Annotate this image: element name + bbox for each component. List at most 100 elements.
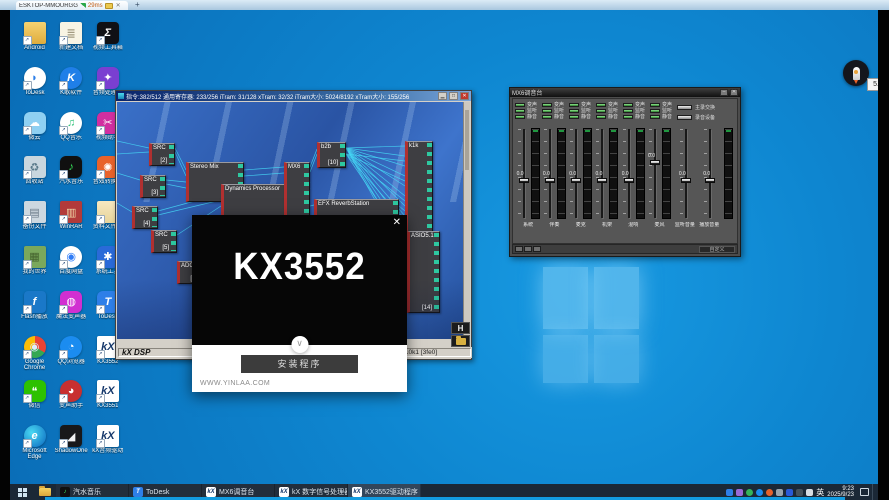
fader-handle[interactable] xyxy=(624,178,634,183)
desktop-icon[interactable]: ◍ 魔法变声器 xyxy=(55,289,88,334)
tray-icon[interactable] xyxy=(756,489,763,496)
desktop-icon[interactable]: Σ 视频工具箱 xyxy=(91,20,124,65)
fader-handle[interactable] xyxy=(519,178,529,183)
preset-selector[interactable]: 自定义 xyxy=(699,246,735,253)
close-session-icon[interactable]: ✕ xyxy=(116,2,121,9)
strip-led-buttons[interactable] xyxy=(623,103,633,125)
start-button[interactable] xyxy=(10,484,34,500)
tray-icon[interactable] xyxy=(746,489,753,496)
dsp-node[interactable]: SRC [3] xyxy=(140,175,166,198)
fader-handle[interactable] xyxy=(597,178,607,183)
app-icon: ♫ xyxy=(60,112,82,134)
mixer-title-bar[interactable]: MX6调音台 – ✕ xyxy=(510,88,740,97)
strip-led-buttons[interactable] xyxy=(596,103,606,125)
mixer-foot-button-2[interactable] xyxy=(524,246,532,252)
fader-handle[interactable] xyxy=(705,178,715,183)
remote-session-tab[interactable]: ESKTOP-MMOURGG 29ms ✕ xyxy=(16,1,128,10)
ime-indicator[interactable]: 英 xyxy=(816,487,824,498)
desktop-icon[interactable]: ◉ Google Chrome xyxy=(18,334,51,379)
fader-handle[interactable] xyxy=(681,178,691,183)
dsp-node[interactable]: b2b [10] xyxy=(317,142,346,168)
desktop-icon[interactable]: f Flash播放 xyxy=(18,289,51,334)
close-button[interactable]: ✕ xyxy=(460,92,469,100)
quality-icon[interactable] xyxy=(105,3,113,9)
strip-led-buttons[interactable] xyxy=(569,103,579,125)
dsp-node[interactable]: SRC [4] xyxy=(132,206,158,229)
mixer-foot-button-1[interactable] xyxy=(515,246,523,252)
channel-fader[interactable]: 0.0 xyxy=(648,126,660,222)
maximize-button[interactable]: □ xyxy=(449,92,458,100)
desktop-icon[interactable]: ◕ 变声助手 xyxy=(55,378,88,423)
strip-led-buttons[interactable] xyxy=(542,103,552,125)
master-button[interactable]: 录音设备 xyxy=(677,114,735,121)
desktop-icon[interactable]: ▤ 备份文件 xyxy=(18,199,51,244)
show-desktop-button[interactable] xyxy=(872,484,875,500)
close-button[interactable]: ✕ xyxy=(730,89,738,96)
letterbox-right xyxy=(878,10,889,500)
desktop-icon[interactable]: ▦ 我的世界 xyxy=(18,244,51,289)
minimize-button[interactable]: – xyxy=(720,89,728,96)
desktop-icon[interactable]: ❝ 微信 xyxy=(18,378,51,423)
desktop-icon[interactable]: K K歌软件 xyxy=(55,65,88,110)
install-button[interactable]: 安装程序 xyxy=(241,355,358,373)
tray-icon[interactable] xyxy=(766,489,773,496)
desktop-icon[interactable]: ◗ ToDesk xyxy=(18,65,51,110)
fader-handle[interactable] xyxy=(545,178,555,183)
dsp-node[interactable]: ASIO5.1 [14] xyxy=(407,231,440,313)
vertical-scrollbar[interactable] xyxy=(463,102,470,339)
close-icon[interactable]: ✕ xyxy=(393,218,401,228)
desktop-icon[interactable]: e Microsoft Edge xyxy=(18,423,51,468)
tray-icon[interactable] xyxy=(776,489,783,496)
new-session-button[interactable]: + xyxy=(135,0,140,10)
channel-fader[interactable]: 0.0 xyxy=(622,126,634,222)
dsp-open-button[interactable] xyxy=(451,335,470,347)
strip-led-buttons[interactable] xyxy=(650,103,660,125)
folder-icon xyxy=(39,488,51,496)
notification-center-icon[interactable] xyxy=(860,488,869,496)
tray-icon[interactable] xyxy=(786,489,793,496)
channel-fader[interactable]: 0.0 xyxy=(569,126,581,222)
kx3552-installer-dialog[interactable]: KX3552 ✕ ∨ 安装程序 WWW.YINLAA.COM xyxy=(192,215,407,392)
channel-fader[interactable]: 0.0 xyxy=(703,126,715,222)
desktop-icon-grid: Android ◗ ToDesk ☁ 微云 ♻ 回收站 ▤ xyxy=(18,20,126,469)
mixer-body: 变声 监听 静音 变声 监听 静 xyxy=(512,98,738,244)
master-button[interactable]: 主录交换 xyxy=(677,104,735,111)
channel-fader[interactable]: 0.0 xyxy=(679,126,691,222)
letterbox-left xyxy=(0,10,10,500)
channel-fader[interactable]: 0.0 xyxy=(517,126,529,222)
strip-led-buttons[interactable] xyxy=(515,103,525,125)
windows-desktop[interactable]: Android ◗ ToDesk ☁ 微云 ♻ 回收站 ▤ xyxy=(10,10,878,484)
mx6-mixer-window[interactable]: MX6调音台 – ✕ 变声 监听 静音 xyxy=(509,87,741,257)
dsp-node[interactable]: SRC [5] xyxy=(151,230,177,253)
channel-fader[interactable]: 0.0 xyxy=(595,126,607,222)
dsp-node[interactable]: SRC [2] xyxy=(149,143,175,166)
channel-fader[interactable]: 0.0 xyxy=(543,126,555,222)
tray-icon[interactable] xyxy=(806,489,813,496)
desktop-icon[interactable]: ◉ 百度网盘 xyxy=(55,244,88,289)
desktop-icon[interactable]: Android xyxy=(18,20,51,65)
desktop-icon[interactable]: kX KX3551 xyxy=(91,378,124,423)
app-icon-glyph: ≣ xyxy=(67,27,76,40)
fader-handle[interactable] xyxy=(650,160,660,165)
tray-icon[interactable] xyxy=(796,489,803,496)
desktop-icon[interactable]: ♫ QQ音乐 xyxy=(55,110,88,155)
tray-icon[interactable] xyxy=(726,489,733,496)
mixer-foot-button-3[interactable] xyxy=(533,246,541,252)
desktop-icon[interactable]: kX kX音频驱动 xyxy=(91,423,124,468)
tray-icon[interactable] xyxy=(736,489,743,496)
desktop-icon[interactable]: ▥ WinRAR xyxy=(55,199,88,244)
desktop-icon[interactable]: ♪ 汽水音乐 xyxy=(55,154,88,199)
minimize-button[interactable]: ▁ xyxy=(438,92,447,100)
desktop-icon[interactable]: ◔ QQ浏览器 xyxy=(55,334,88,379)
chevron-down-icon[interactable]: ∨ xyxy=(291,336,308,353)
app-icon: Σ xyxy=(97,22,119,44)
dsp-title-bar[interactable]: 指令:382/512 通用寄存器: 233/256 iTram: 31/128 … xyxy=(116,91,471,101)
dsp-help-button[interactable]: H xyxy=(451,322,470,334)
desktop-icon[interactable]: ◢ ShadowOne xyxy=(55,423,88,468)
desktop-icon[interactable]: ≣ 新建文档 xyxy=(55,20,88,65)
mute-label: 静音 xyxy=(554,115,564,120)
booster-rocket-widget[interactable] xyxy=(843,60,869,86)
desktop-icon[interactable]: ☁ 微云 xyxy=(18,110,51,155)
desktop-icon[interactable]: ♻ 回收站 xyxy=(18,154,51,199)
fader-handle[interactable] xyxy=(571,178,581,183)
